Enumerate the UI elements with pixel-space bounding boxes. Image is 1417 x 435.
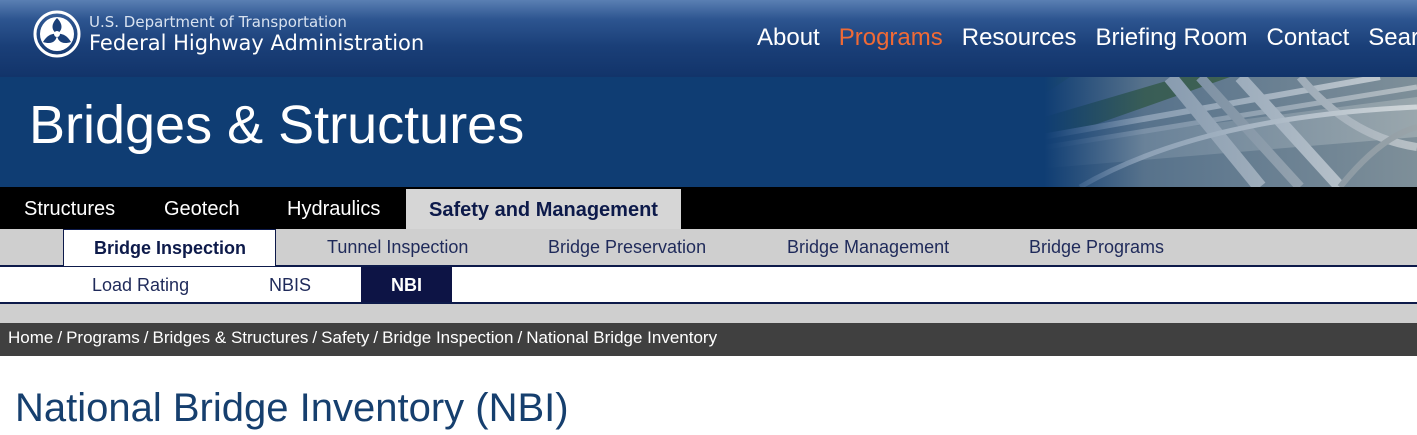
nav-resources[interactable]: Resources bbox=[962, 24, 1077, 52]
breadcrumb-current: National Bridge Inventory bbox=[526, 328, 718, 347]
breadcrumb-separator: / bbox=[517, 328, 523, 347]
sub-tabs: Bridge Inspection Tunnel Inspection Brid… bbox=[0, 229, 1417, 267]
subtab-bridge-preservation[interactable]: Bridge Preservation bbox=[548, 229, 706, 265]
nav-contact[interactable]: Contact bbox=[1267, 24, 1350, 52]
nav-about[interactable]: About bbox=[757, 24, 820, 52]
tab-nbi[interactable]: NBI bbox=[361, 267, 452, 302]
breadcrumb-separator: / bbox=[57, 328, 63, 347]
breadcrumb-separator: / bbox=[143, 328, 149, 347]
breadcrumb-bridges-structures[interactable]: Bridges & Structures bbox=[153, 328, 309, 347]
breadcrumb-programs[interactable]: Programs bbox=[66, 328, 140, 347]
breadcrumb-home[interactable]: Home bbox=[8, 328, 53, 347]
nav-search[interactable]: Search bbox=[1368, 24, 1417, 52]
site-header: U.S. Department of Transportation Federa… bbox=[0, 0, 1417, 77]
tab-nbis[interactable]: NBIS bbox=[269, 267, 311, 302]
fhwa-logo-icon bbox=[33, 10, 81, 58]
breadcrumb-separator: / bbox=[312, 328, 318, 347]
breadcrumb-bridge-inspection[interactable]: Bridge Inspection bbox=[382, 328, 513, 347]
main-nav: About Programs Resources Briefing Room C… bbox=[757, 24, 1417, 52]
subtab-tunnel-inspection[interactable]: Tunnel Inspection bbox=[327, 229, 468, 265]
agency-department: U.S. Department of Transportation bbox=[89, 12, 347, 31]
banner-title: Bridges & Structures bbox=[29, 95, 525, 155]
tab-geotech[interactable]: Geotech bbox=[164, 187, 240, 229]
agency-name: Federal Highway Administration bbox=[89, 30, 425, 55]
breadcrumb: Home / Programs / Bridges & Structures / Safet… bbox=[0, 323, 1417, 356]
breadcrumb-separator: / bbox=[373, 328, 379, 347]
breadcrumb-safety[interactable]: Safety bbox=[321, 328, 369, 347]
subtab-bridge-management[interactable]: Bridge Management bbox=[787, 229, 949, 265]
nav-programs[interactable]: Programs bbox=[839, 24, 943, 52]
tab-load-rating[interactable]: Load Rating bbox=[92, 267, 189, 302]
subtab-bridge-inspection[interactable]: Bridge Inspection bbox=[63, 229, 276, 266]
section-tabs: Structures Geotech Hydraulics Safety and… bbox=[0, 187, 1417, 229]
subtab-bridge-programs[interactable]: Bridge Programs bbox=[1029, 229, 1164, 265]
third-level-tabs: Load Rating NBIS NBI bbox=[0, 267, 1417, 304]
divider-bar bbox=[0, 304, 1417, 323]
section-banner: Bridges & Structures bbox=[0, 77, 1417, 187]
fhwa-home-logo[interactable]: U.S. Department of Transportation Federa… bbox=[33, 10, 424, 58]
tab-hydraulics[interactable]: Hydraulics bbox=[287, 187, 380, 229]
tab-safety-and-management[interactable]: Safety and Management bbox=[406, 189, 681, 229]
tab-structures[interactable]: Structures bbox=[24, 187, 115, 229]
page-title: National Bridge Inventory (NBI) bbox=[15, 386, 569, 430]
nav-briefing-room[interactable]: Briefing Room bbox=[1095, 24, 1247, 52]
